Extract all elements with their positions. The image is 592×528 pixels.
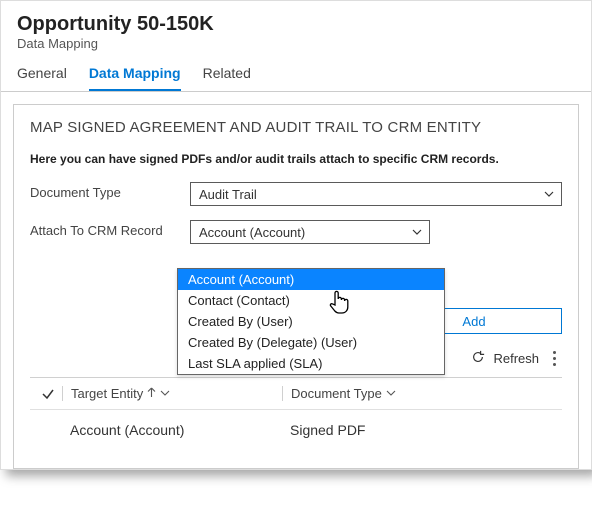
select-attach-to-value: Account (Account) xyxy=(199,225,305,240)
option-created-by-delegate[interactable]: Created By (Delegate) (User) xyxy=(178,332,444,353)
option-created-by-user[interactable]: Created By (User) xyxy=(178,311,444,332)
row-checkbox[interactable] xyxy=(34,422,62,438)
column-header-target-entity[interactable]: Target Entity xyxy=(62,386,282,401)
attach-to-dropdown: Account (Account) Contact (Contact) Crea… xyxy=(177,268,445,375)
select-document-type[interactable]: Audit Trail xyxy=(190,182,562,206)
chevron-down-icon xyxy=(543,188,555,200)
select-all-checkbox[interactable] xyxy=(34,387,62,401)
page-title: Opportunity 50-150K xyxy=(17,13,575,36)
tab-bar: General Data Mapping Related xyxy=(1,51,591,92)
label-document-type: Document Type xyxy=(30,182,190,202)
more-menu-button[interactable] xyxy=(547,351,562,366)
chevron-down-icon xyxy=(411,226,423,238)
page-subtitle: Data Mapping xyxy=(17,36,575,51)
window: Opportunity 50-150K Data Mapping General… xyxy=(0,0,592,470)
refresh-label: Refresh xyxy=(493,351,539,366)
section-description: Here you can have signed PDFs and/or aud… xyxy=(30,152,562,166)
option-account[interactable]: Account (Account) xyxy=(178,269,444,290)
refresh-button[interactable]: Refresh xyxy=(471,350,539,367)
label-attach-to: Attach To CRM Record xyxy=(30,220,190,240)
cell-target-entity: Account (Account) xyxy=(62,422,282,438)
column-header-document-type-label: Document Type xyxy=(291,386,382,401)
select-attach-to[interactable]: Account (Account) xyxy=(190,220,430,244)
tab-related[interactable]: Related xyxy=(203,65,251,91)
option-contact[interactable]: Contact (Contact) xyxy=(178,290,444,311)
tab-general[interactable]: General xyxy=(17,65,67,91)
section-title: MAP SIGNED AGREEMENT AND AUDIT TRAIL TO … xyxy=(30,119,562,136)
row-document-type: Document Type Audit Trail xyxy=(30,182,562,206)
select-document-type-value: Audit Trail xyxy=(199,187,257,202)
column-header-document-type[interactable]: Document Type xyxy=(282,386,558,401)
table-row[interactable]: Account (Account) Signed PDF xyxy=(30,410,562,450)
grid-header: Target Entity Document Type xyxy=(30,377,562,410)
tab-data-mapping[interactable]: Data Mapping xyxy=(89,65,181,91)
column-header-target-entity-label: Target Entity xyxy=(71,386,143,401)
row-attach-to: Attach To CRM Record Account (Account) xyxy=(30,220,562,244)
sort-asc-icon xyxy=(147,386,156,401)
option-last-sla[interactable]: Last SLA applied (SLA) xyxy=(178,353,444,374)
cursor-icon xyxy=(327,289,351,318)
chevron-down-icon xyxy=(386,386,396,401)
refresh-icon xyxy=(471,350,485,367)
chevron-down-icon xyxy=(160,386,170,401)
page-header: Opportunity 50-150K Data Mapping xyxy=(1,1,591,51)
cell-document-type: Signed PDF xyxy=(282,422,558,438)
